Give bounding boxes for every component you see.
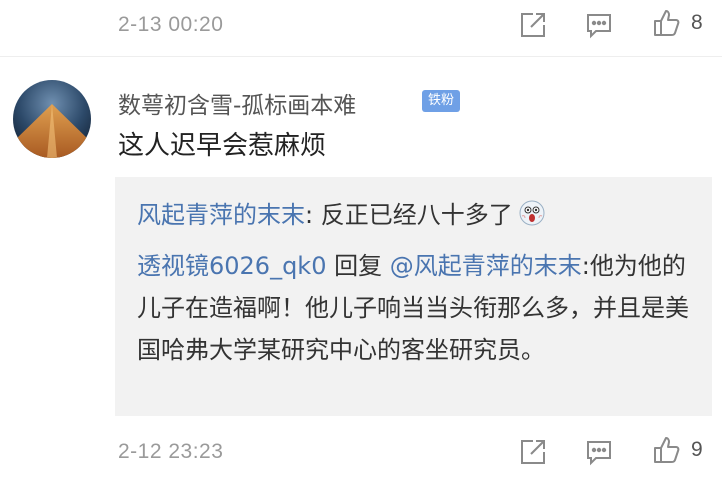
- like-count: 8: [691, 11, 703, 34]
- divider: [0, 56, 722, 57]
- fan-badge[interactable]: 铁粉: [422, 90, 461, 112]
- reply-sep: :: [581, 252, 590, 280]
- username[interactable]: 数萼初含雪-孤标画本难: [118, 86, 356, 120]
- quote-author-sep: :: [305, 201, 314, 229]
- reply-user-link[interactable]: 透视镜6026_qk0: [137, 252, 326, 280]
- thumbs-up-icon: [654, 437, 680, 463]
- top-comment-footer: 2-13 00:20 8: [0, 0, 722, 56]
- like-button[interactable]: 9: [652, 435, 703, 465]
- timestamp: 2-12 23:23: [118, 440, 224, 463]
- thumbs-up-icon: [654, 10, 680, 36]
- like-count: 9: [691, 438, 703, 461]
- quote-original: 风起青萍的末末: 反正已经八十多了: [137, 195, 545, 232]
- quote-text: 反正已经八十多了: [313, 201, 513, 229]
- comment-button[interactable]: [585, 11, 613, 39]
- comment-icon: [587, 14, 611, 39]
- reply-word: 回复: [326, 252, 390, 280]
- share-icon: [521, 440, 545, 464]
- quoted-reply-box[interactable]: 风起青萍的末末: 反正已经八十多了 透视镜6026_qk0 回复 @风起青萍的末…: [115, 177, 712, 416]
- comment-footer: 2-12 23:23 9: [0, 428, 722, 478]
- reply-to-link[interactable]: @风起青萍的末末: [390, 252, 582, 280]
- share-icon: [521, 13, 545, 37]
- share-button[interactable]: [519, 438, 547, 466]
- share-button[interactable]: [519, 11, 547, 39]
- comment-icon: [587, 441, 611, 466]
- comment-button[interactable]: [585, 438, 613, 466]
- avatar[interactable]: [13, 80, 91, 158]
- quote-reply: 透视镜6026_qk0 回复 @风起青萍的末末:他为他的儿子在造福啊！他儿子响当…: [137, 245, 694, 371]
- comment-text: 这人迟早会惹麻烦: [118, 131, 327, 161]
- like-button[interactable]: 8: [652, 8, 703, 38]
- timestamp: 2-13 00:20: [118, 13, 224, 36]
- quote-author-link[interactable]: 风起青萍的末末: [137, 201, 305, 229]
- scream-face-icon: [519, 200, 545, 232]
